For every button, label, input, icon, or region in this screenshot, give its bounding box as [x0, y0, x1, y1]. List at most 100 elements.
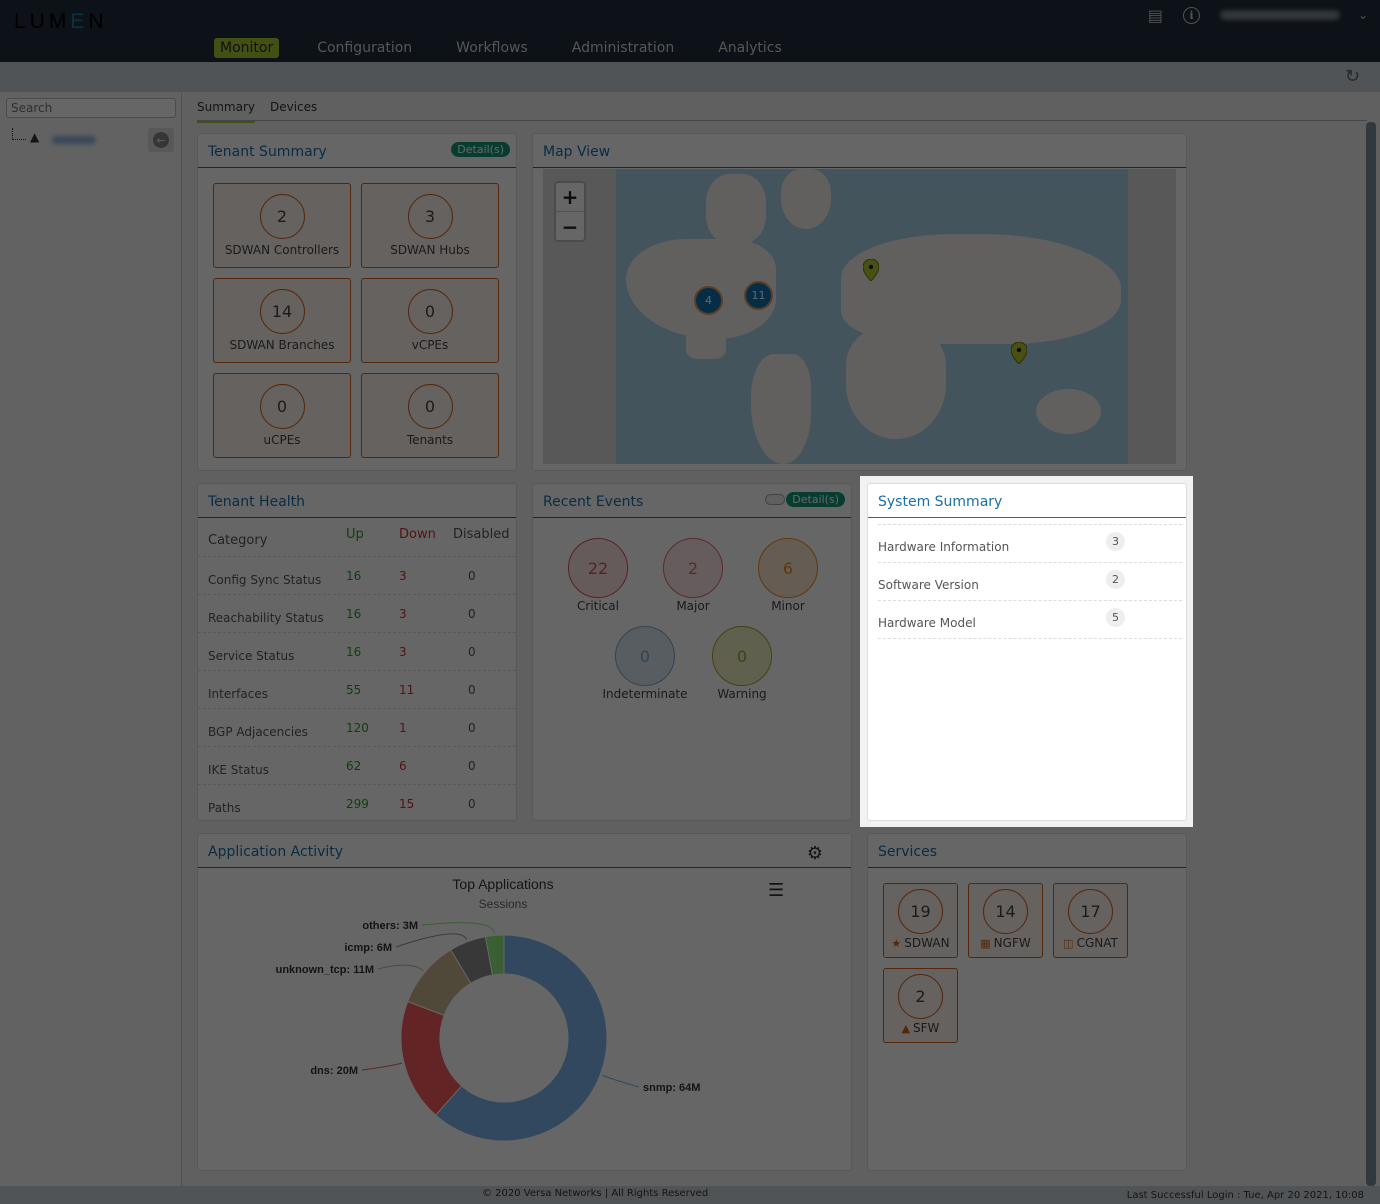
count-badge[interactable]: 5 [1106, 608, 1125, 627]
sub-toolbar: ↻ [0, 62, 1380, 92]
map-pin-icon[interactable] [1011, 342, 1027, 364]
cell-down[interactable]: 15 [399, 797, 414, 811]
tile-sdwan-branches[interactable]: 14 SDWAN Branches [213, 278, 351, 363]
user-menu[interactable] [1219, 10, 1340, 20]
auto-refresh-toggle[interactable] [765, 494, 785, 505]
tabs-divider [197, 120, 1367, 121]
tenant-health-panel: Tenant Health Category Up Down Disabled … [197, 483, 517, 821]
label-connector [361, 1062, 403, 1071]
data-label: dns: 20M [310, 1065, 358, 1077]
cell-down[interactable]: 3 [399, 569, 407, 583]
service-sdwan[interactable]: 19 ★ SDWAN [883, 883, 958, 958]
service-label: SFW [913, 1021, 940, 1035]
event-minor[interactable]: 6 Minor [738, 538, 838, 613]
count-badge[interactable]: 2 [1106, 570, 1125, 589]
cell-up[interactable]: 120 [346, 721, 369, 735]
map-cluster-marker[interactable]: 11 [744, 281, 773, 310]
system-summary-row[interactable]: Hardware Model 5 [878, 600, 1182, 638]
tile-vcpes[interactable]: 0 vCPEs [361, 278, 499, 363]
cell-up[interactable]: 16 [346, 569, 361, 583]
tile-tenants[interactable]: 0 Tenants [361, 373, 499, 458]
system-summary-panel: System Summary Hardware Information 3 So… [867, 483, 1187, 821]
panel-title: Tenant Health [208, 494, 306, 510]
service-cgnat[interactable]: 17 ◫ CGNAT [1053, 883, 1128, 958]
data-label: others: 3M [362, 920, 418, 932]
service-count: 17 [1068, 889, 1113, 934]
event-count: 0 [712, 626, 772, 686]
count-badge[interactable]: 3 [1106, 532, 1125, 551]
details-button[interactable]: Detail(s) [786, 492, 845, 507]
search-input[interactable] [6, 98, 176, 118]
lumen-logo[interactable]: LUMEN [14, 10, 108, 34]
zoom-out-button[interactable]: − [556, 212, 584, 241]
report-icon[interactable]: ▤ [1148, 6, 1163, 25]
world-map[interactable]: + − 4 11 [543, 169, 1176, 464]
land-greenland [781, 169, 831, 229]
nav-monitor[interactable]: Monitor [214, 38, 280, 58]
sdwan-icon: ★ [891, 937, 902, 950]
land-central-america [686, 329, 726, 359]
cell-down[interactable]: 3 [399, 607, 407, 621]
land-south-america [751, 354, 811, 464]
info-icon[interactable]: i [1182, 6, 1200, 24]
cell-disabled: 0 [468, 721, 476, 735]
system-summary-row[interactable]: Software Version 2 [878, 562, 1182, 600]
tile-sdwan-hubs[interactable]: 3 SDWAN Hubs [361, 183, 499, 268]
panel-divider [868, 867, 1186, 868]
service-sfw[interactable]: 2 ▲ SFW [883, 968, 958, 1043]
services-panel: Services 19 ★ SDWAN 14 ▦ NGFW 17 ◫ CGNAT 2 … [867, 833, 1187, 1171]
zoom-in-button[interactable]: + [556, 183, 584, 212]
cell-up[interactable]: 299 [346, 797, 369, 811]
cell-up[interactable]: 55 [346, 683, 361, 697]
cell-category: Interfaces [208, 687, 268, 701]
map-pin-icon[interactable] [863, 259, 879, 281]
tile-label: SDWAN Controllers [224, 243, 340, 257]
panel-divider [868, 517, 1186, 518]
event-label: Indeterminate [602, 687, 688, 701]
tile-ucpes[interactable]: 0 uCPEs [213, 373, 351, 458]
panel-title: Recent Events [543, 494, 644, 510]
table-row: Config Sync Status 16 3 0 [198, 557, 516, 595]
left-tree-panel: ▲ ← [0, 92, 182, 1186]
map-zoom-control: + − [554, 181, 586, 242]
cell-down[interactable]: 1 [399, 721, 407, 735]
event-critical[interactable]: 22 Critical [548, 538, 648, 613]
nav-administration[interactable]: Administration [566, 38, 680, 58]
details-button[interactable]: Detail(s) [451, 142, 510, 157]
table-row: Service Status 16 3 0 [198, 633, 516, 671]
nav-analytics[interactable]: Analytics [712, 38, 788, 58]
system-summary-row[interactable]: Hardware Information 3 [878, 524, 1182, 562]
cell-down[interactable]: 6 [399, 759, 407, 773]
main-nav: Monitor Configuration Workflows Administ… [214, 38, 820, 58]
data-label: snmp: 64M [643, 1082, 700, 1094]
tile-label: SDWAN Hubs [390, 243, 470, 257]
column-header: Disabled [453, 527, 510, 542]
scrollbar[interactable] [1366, 122, 1376, 1186]
cell-up[interactable]: 16 [346, 645, 361, 659]
refresh-icon[interactable]: ↻ [1345, 66, 1360, 87]
land-australia [1036, 389, 1101, 434]
service-ngfw[interactable]: 14 ▦ NGFW [968, 883, 1043, 958]
cell-category: BGP Adjacencies [208, 725, 308, 739]
nav-configuration[interactable]: Configuration [311, 38, 418, 58]
arrow-left-icon: ← [153, 132, 169, 148]
event-indeterminate[interactable]: 0 Indeterminate [595, 626, 695, 701]
cell-up[interactable]: 62 [346, 759, 361, 773]
column-header: Category [208, 533, 268, 548]
service-count: 2 [898, 974, 943, 1019]
table-row: IKE Status 62 6 0 [198, 747, 516, 785]
copyright-text: © 2020 Versa Networks | All Rights Reser… [482, 1188, 709, 1199]
collapse-panel-button[interactable]: ← [148, 128, 174, 152]
map-cluster-marker[interactable]: 4 [694, 286, 723, 315]
tile-sdwan-controllers[interactable]: 2 SDWAN Controllers [213, 183, 351, 268]
chevron-down-icon[interactable]: ⌄ [1358, 8, 1368, 22]
event-major[interactable]: 2 Major [643, 538, 743, 613]
land-africa [846, 329, 946, 439]
tree-node-tenant[interactable] [52, 136, 96, 144]
cell-down[interactable]: 11 [399, 683, 414, 697]
nav-workflows[interactable]: Workflows [450, 38, 534, 58]
cell-up[interactable]: 16 [346, 607, 361, 621]
table-row: Reachability Status 16 3 0 [198, 595, 516, 633]
cell-down[interactable]: 3 [399, 645, 407, 659]
event-warning[interactable]: 0 Warning [692, 626, 792, 701]
